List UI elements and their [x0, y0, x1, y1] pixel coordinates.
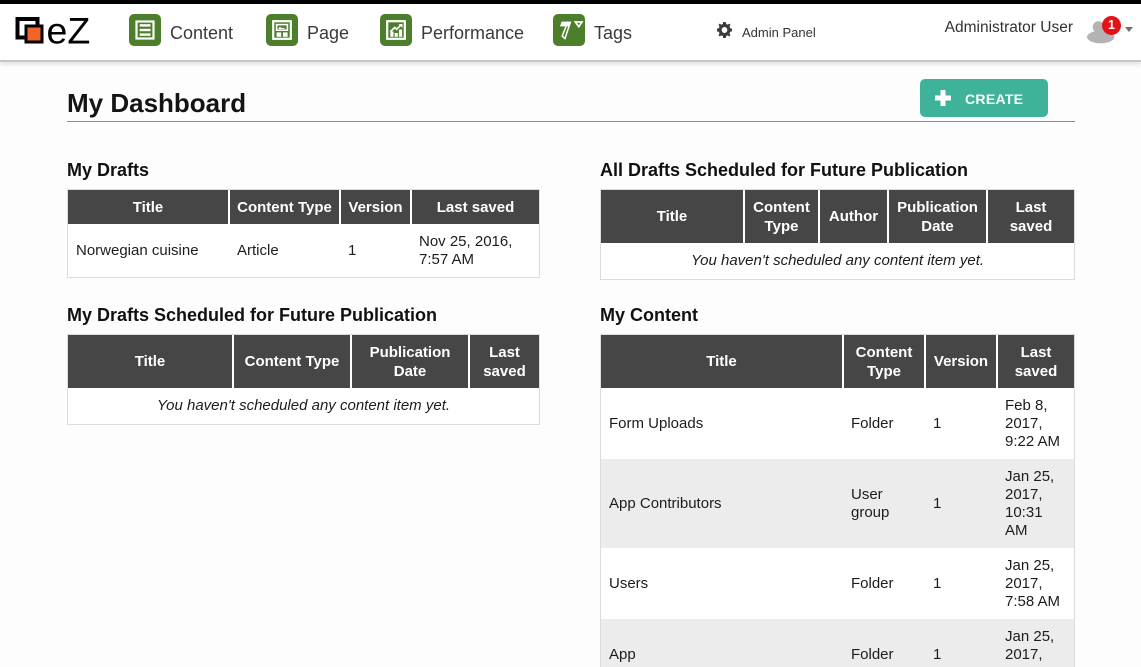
svg-text:eZ: eZ: [47, 13, 91, 52]
